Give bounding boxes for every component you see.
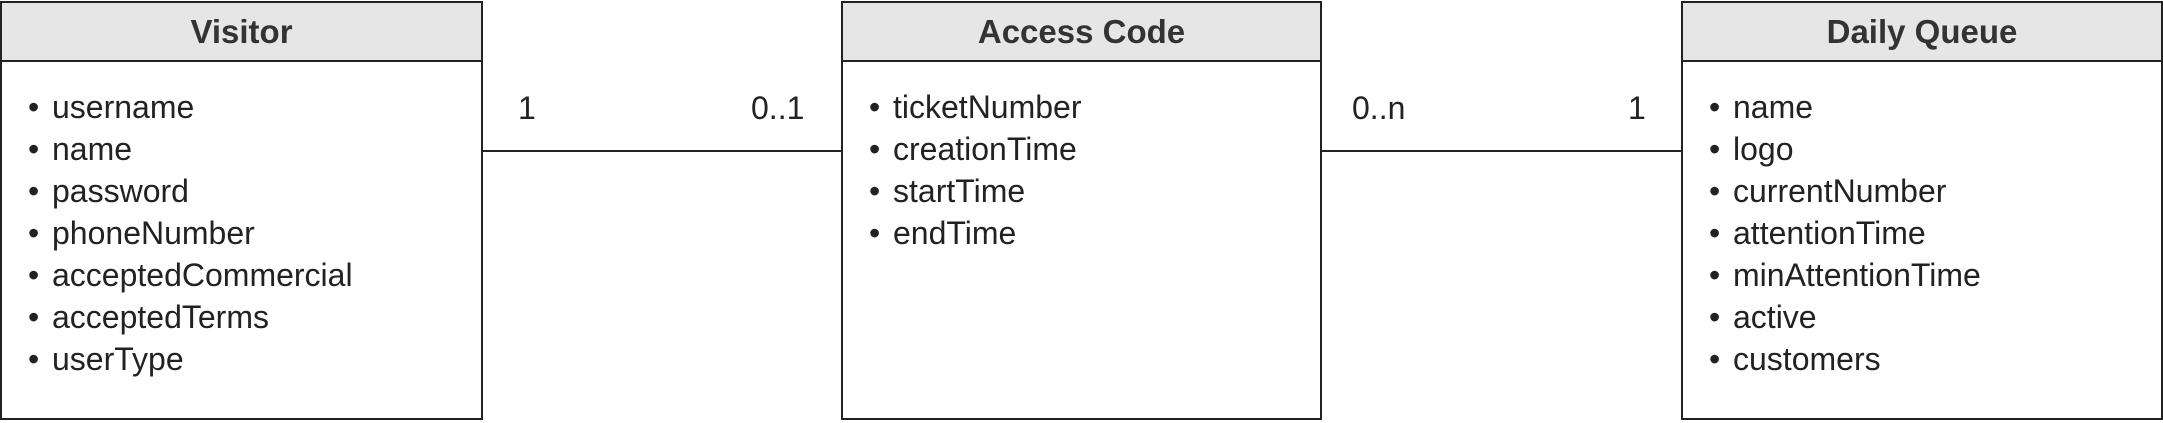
attribute-item: • userType xyxy=(28,338,481,380)
attribute-item: • name xyxy=(1709,86,2161,128)
attribute-item: • endTime xyxy=(869,212,1320,254)
attribute-label: username xyxy=(52,89,195,125)
attribute-label: ticketNumber xyxy=(893,89,1082,125)
bullet-icon: • xyxy=(1709,173,1721,209)
multiplicity-access-code-right-side: 0..n xyxy=(1352,90,1406,126)
attribute-label: minAttentionTime xyxy=(1733,257,1981,293)
attribute-item: • minAttentionTime xyxy=(1709,254,2161,296)
bullet-icon: • xyxy=(869,131,881,167)
entity-visitor[interactable]: Visitor • username • name • password • phone… xyxy=(0,1,483,420)
attribute-item: • acceptedCommercial xyxy=(28,254,481,296)
bullet-icon: • xyxy=(869,173,881,209)
attribute-item: • customers xyxy=(1709,338,2161,380)
bullet-icon: • xyxy=(1709,299,1721,335)
attribute-item: • phoneNumber xyxy=(28,212,481,254)
attribute-label: active xyxy=(1733,299,1817,335)
attribute-label: startTime xyxy=(893,173,1026,209)
multiplicity-daily-queue-side: 1 xyxy=(1628,90,1646,126)
multiplicity-access-code-left-side: 0..1 xyxy=(751,90,805,126)
bullet-icon: • xyxy=(28,341,40,377)
bullet-icon: • xyxy=(1709,341,1721,377)
attribute-label: creationTime xyxy=(893,131,1077,167)
attribute-label: customers xyxy=(1733,341,1881,377)
attribute-item: • acceptedTerms xyxy=(28,296,481,338)
bullet-icon: • xyxy=(869,89,881,125)
entity-daily-queue[interactable]: Daily Queue • name • logo • currentNumber •… xyxy=(1681,1,2163,420)
bullet-icon: • xyxy=(1709,257,1721,293)
bullet-icon: • xyxy=(869,215,881,251)
attribute-label: acceptedCommercial xyxy=(52,257,353,293)
entity-access-code[interactable]: Access Code • ticketNumber • creationTime … xyxy=(841,1,1322,420)
entity-access-code-attributes: • ticketNumber • creationTime • startTime •… xyxy=(843,62,1320,254)
bullet-icon: • xyxy=(28,131,40,167)
attribute-label: attentionTime xyxy=(1733,215,1926,251)
connector-visitor-access-code[interactable] xyxy=(483,150,841,152)
attribute-item: • logo xyxy=(1709,128,2161,170)
attribute-item: • attentionTime xyxy=(1709,212,2161,254)
attribute-label: phoneNumber xyxy=(52,215,255,251)
entity-visitor-title: Visitor xyxy=(2,3,481,62)
bullet-icon: • xyxy=(28,173,40,209)
entity-access-code-title: Access Code xyxy=(843,3,1320,62)
attribute-label: acceptedTerms xyxy=(52,299,269,335)
attribute-item: • username xyxy=(28,86,481,128)
bullet-icon: • xyxy=(1709,131,1721,167)
bullet-icon: • xyxy=(1709,89,1721,125)
attribute-item: • startTime xyxy=(869,170,1320,212)
attribute-item: • password xyxy=(28,170,481,212)
bullet-icon: • xyxy=(28,215,40,251)
attribute-item: • active xyxy=(1709,296,2161,338)
entity-visitor-attributes: • username • name • password • phoneNumber •… xyxy=(2,62,481,380)
bullet-icon: • xyxy=(1709,215,1721,251)
multiplicity-visitor-side: 1 xyxy=(518,90,536,126)
attribute-item: • creationTime xyxy=(869,128,1320,170)
attribute-label: userType xyxy=(52,341,184,377)
entity-daily-queue-title: Daily Queue xyxy=(1683,3,2161,62)
bullet-icon: • xyxy=(28,89,40,125)
attribute-label: name xyxy=(1733,89,1814,125)
attribute-item: • ticketNumber xyxy=(869,86,1320,128)
attribute-label: currentNumber xyxy=(1733,173,1947,209)
attribute-label: name xyxy=(52,131,133,167)
attribute-item: • name xyxy=(28,128,481,170)
attribute-label: logo xyxy=(1733,131,1794,167)
bullet-icon: • xyxy=(28,299,40,335)
connector-access-code-daily-queue[interactable] xyxy=(1322,150,1681,152)
attribute-label: password xyxy=(52,173,189,209)
entity-daily-queue-attributes: • name • logo • currentNumber • attentionTim… xyxy=(1683,62,2161,380)
attribute-label: endTime xyxy=(893,215,1017,251)
bullet-icon: • xyxy=(28,257,40,293)
attribute-item: • currentNumber xyxy=(1709,170,2161,212)
